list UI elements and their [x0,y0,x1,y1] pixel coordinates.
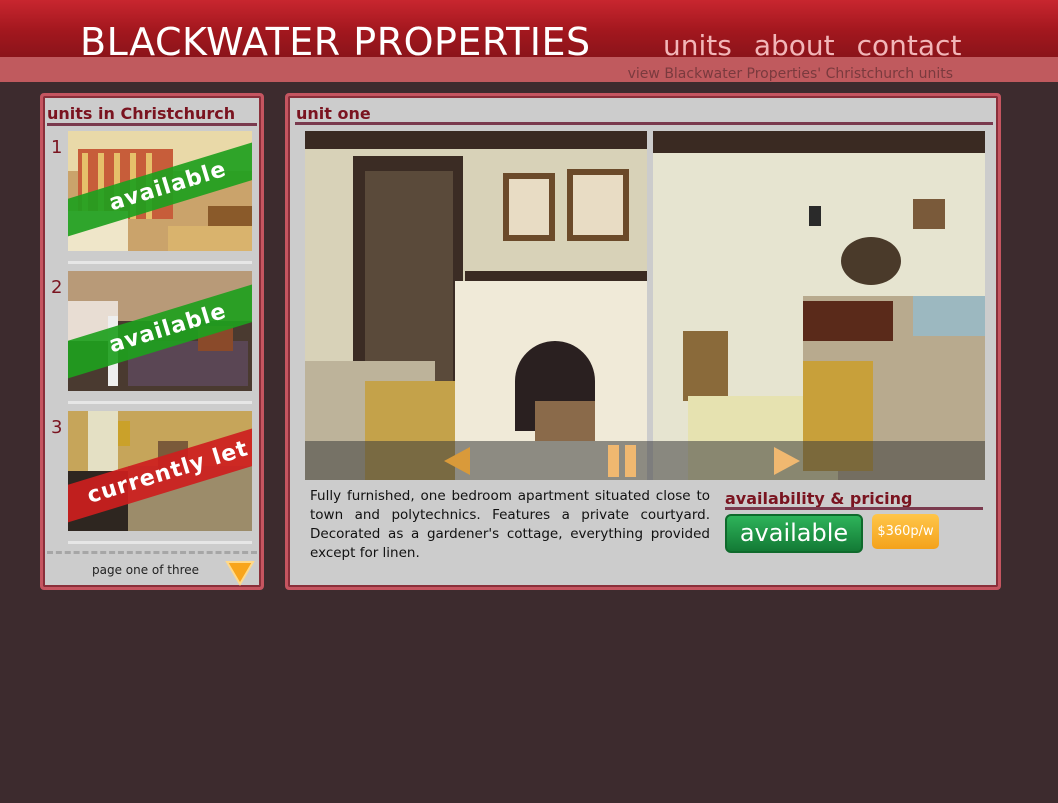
previous-arrow-icon [444,447,470,475]
unit-description: Fully furnished, one bedroom apartment s… [310,488,710,561]
unit-photo-fireplace [305,131,647,480]
divider [68,401,252,404]
divider [68,541,252,544]
next-arrow-icon [774,447,800,475]
unit-thumbnail-1[interactable]: available [68,131,252,251]
unit-list-item-1: 1 available [43,131,261,251]
availability-heading: availability & pricing [725,489,913,508]
unit-photo-bedroom [653,131,985,480]
site-title[interactable]: BLACKWATER PROPERTIES [80,20,591,64]
unit-title: unit one [296,104,371,123]
unit-number: 3 [51,417,63,438]
tagline: view Blackwater Properties' Christchurch… [627,66,953,82]
availability-badge: available [725,514,863,553]
divider [68,261,252,264]
main-nav: units about contact [663,28,961,64]
unit-list-item-2: 2 available [43,271,261,391]
page-indicator: page one of three [92,563,200,577]
bedroom-photo [653,131,985,480]
sidebar-heading: units in Christchurch [47,104,236,123]
price-badge: $360p/w [872,514,939,549]
unit-thumbnail-2[interactable]: available [68,271,252,391]
dashed-divider [47,551,257,554]
unit-number: 2 [51,277,63,298]
previous-photo-button[interactable] [440,445,474,477]
slideshow-controls [305,441,985,480]
unit-list-item-3: 3 currently let [43,411,261,531]
pause-slideshow-button[interactable] [605,445,639,477]
next-photo-button[interactable] [770,445,804,477]
heading-rule [725,507,983,510]
nav-about[interactable]: about [754,28,835,64]
pause-icon [608,445,636,477]
units-sidebar: units in Christchurch 1 available 2 avai… [40,93,264,590]
unit-thumbnail-3[interactable]: currently let [68,411,252,531]
heading-rule [295,122,993,125]
heading-rule [47,123,257,126]
page-down-arrow-icon [225,561,255,586]
next-page-button[interactable] [225,560,255,586]
unit-detail-panel: unit one Fully furnished, one bedroom ap… [285,93,1001,590]
unit-number: 1 [51,137,63,158]
nav-units[interactable]: units [663,28,732,64]
nav-contact[interactable]: contact [857,28,962,64]
fireplace-photo [305,131,647,480]
